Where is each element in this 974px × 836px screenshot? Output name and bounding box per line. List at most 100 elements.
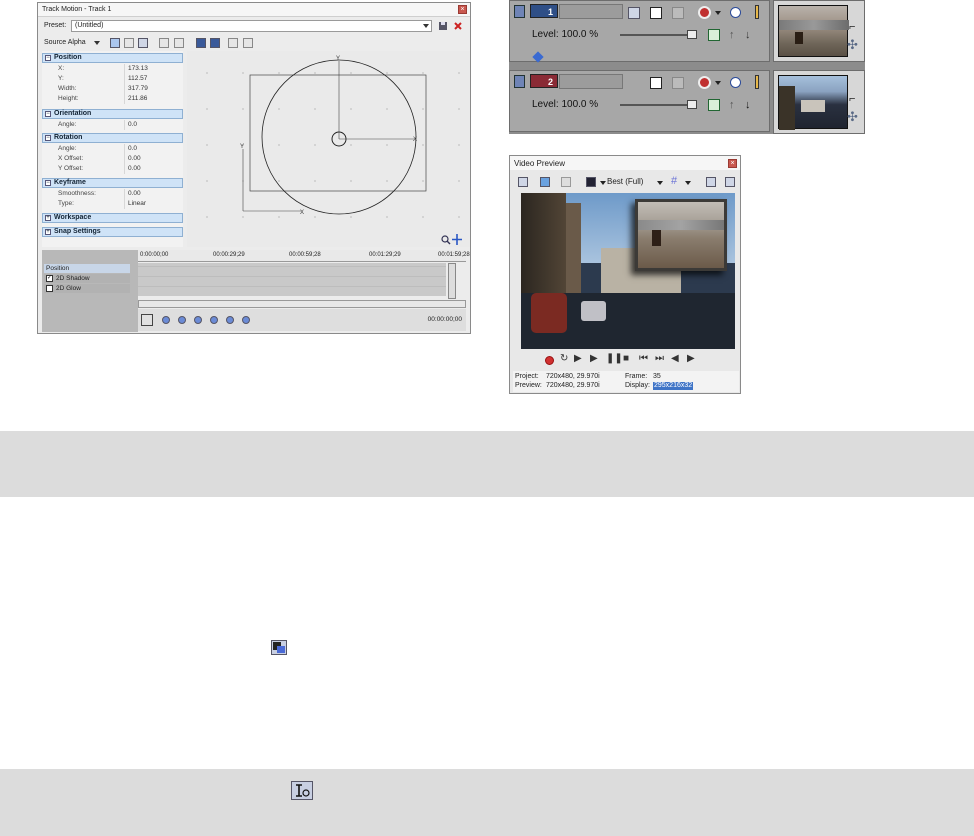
first-keyframe-icon[interactable] (162, 316, 170, 324)
chevron-down-icon[interactable] (685, 181, 691, 185)
level-slider-knob[interactable] (687, 100, 697, 109)
video-preview-screen[interactable] (521, 193, 735, 349)
save-preset-icon[interactable] (438, 21, 448, 31)
prevent-movement-x-icon[interactable] (159, 38, 169, 48)
prop-value[interactable]: 317.79 (128, 84, 148, 94)
prop-row[interactable]: X: 173.13 (42, 64, 183, 74)
play-icon[interactable]: ▶ (590, 353, 598, 364)
last-keyframe-icon[interactable] (210, 316, 218, 324)
section-keyframe[interactable]: − Keyframe (42, 178, 183, 188)
track-fx-bypass-icon[interactable] (708, 29, 720, 41)
crop-icon[interactable]: ⌐ (849, 21, 855, 33)
mute-icon[interactable] (730, 7, 741, 18)
chevron-down-icon[interactable] (94, 41, 100, 45)
solo-icon[interactable] (755, 5, 759, 19)
external-monitor-icon[interactable] (540, 177, 550, 187)
timeline-track-row[interactable]: Position (44, 264, 130, 273)
prevent-movement-y-icon[interactable] (174, 38, 184, 48)
crop-icon[interactable]: ⌐ (849, 93, 855, 105)
track-fx-icon[interactable] (698, 76, 711, 89)
horizontal-scrollbar[interactable] (138, 300, 466, 308)
next-frame-icon[interactable]: ▶ (687, 353, 695, 364)
preset-dropdown[interactable]: (Untitled) (71, 20, 432, 32)
arrow-up-icon[interactable]: ↑ (729, 29, 735, 41)
prop-row[interactable]: Smoothness: 0.00 (42, 189, 183, 199)
prop-row[interactable]: Height: 211.86 (42, 94, 183, 104)
prevent-scaling-icon[interactable] (243, 38, 253, 48)
previous-frame-icon[interactable]: ◀ (671, 353, 679, 364)
go-to-start-icon[interactable]: ⏮ (639, 353, 648, 364)
scale-about-center-icon[interactable] (228, 38, 238, 48)
video-thumbnail[interactable] (778, 5, 849, 57)
track-name-field[interactable] (559, 4, 623, 19)
make-compositing-child-icon[interactable] (672, 77, 684, 89)
track-name-field[interactable] (559, 74, 623, 89)
motion-workspace[interactable]: Y X Y X (187, 51, 470, 247)
keyframe-lanes[interactable] (138, 263, 446, 296)
chevron-down-icon[interactable] (715, 81, 721, 85)
video-track-1[interactable]: 1 Level: 100.0 % ↑ ↓ (509, 0, 770, 63)
prop-value[interactable]: Linear (128, 199, 146, 209)
mute-icon[interactable] (730, 77, 741, 88)
video-fx-icon[interactable] (586, 177, 596, 187)
track-fx-icon[interactable] (698, 6, 711, 19)
split-screen-icon[interactable] (561, 177, 571, 187)
video-thumbnail[interactable] (778, 75, 848, 130)
chevron-down-icon[interactable] (715, 11, 721, 15)
checkbox-checked-icon[interactable]: ✓ (46, 275, 53, 282)
track-motion-icon[interactable] (628, 7, 640, 19)
prop-row[interactable]: Angle: 0.0 (42, 144, 183, 154)
move-icon[interactable]: ✣ (847, 37, 858, 53)
delete-preset-icon[interactable] (453, 21, 463, 31)
level-slider[interactable] (620, 30, 697, 39)
track-minimize-icon[interactable] (514, 75, 525, 88)
timeline-ruler[interactable]: 0:00:00;00 00:00:29;29 00:00:59;28 00:01… (138, 250, 470, 262)
prop-value[interactable]: 0.0 (128, 144, 137, 154)
add-keyframe-icon[interactable] (226, 316, 234, 324)
arrow-up-icon[interactable]: ↑ (729, 99, 735, 111)
prop-value[interactable]: 0.00 (128, 189, 141, 199)
solo-icon[interactable] (755, 75, 759, 89)
track-minimize-icon[interactable] (514, 5, 525, 18)
prop-value[interactable]: 0.00 (128, 154, 141, 164)
prop-row[interactable]: Y: 112.57 (42, 74, 183, 84)
previous-keyframe-icon[interactable] (178, 316, 186, 324)
section-snap-settings[interactable]: + Snap Settings (42, 227, 183, 237)
move-freely-icon[interactable] (138, 38, 148, 48)
track-fx-bypass-icon[interactable] (708, 99, 720, 111)
prop-row[interactable]: Type: Linear (42, 199, 183, 209)
prop-row[interactable]: Y Offset: 0.00 (42, 164, 183, 174)
undo-icon[interactable] (110, 38, 120, 48)
make-compositing-child-icon[interactable] (672, 7, 684, 19)
next-keyframe-icon[interactable] (194, 316, 202, 324)
section-workspace[interactable]: + Workspace (42, 213, 183, 223)
arrow-down-icon[interactable]: ↓ (745, 29, 751, 41)
lock-aspect-icon[interactable] (210, 38, 220, 48)
timeline-track-row[interactable]: 2D Glow (44, 284, 130, 293)
save-snapshot-icon[interactable] (725, 177, 735, 187)
prop-value[interactable]: 0.00 (128, 164, 141, 174)
prop-row[interactable]: X Offset: 0.00 (42, 154, 183, 164)
level-slider[interactable] (620, 100, 697, 109)
close-icon[interactable]: × (728, 159, 737, 168)
compositing-mode-icon[interactable] (650, 77, 662, 89)
level-slider-knob[interactable] (687, 30, 697, 39)
prop-value[interactable]: 112.57 (128, 74, 147, 84)
timeline-track-row[interactable]: ✓ 2D Shadow (44, 274, 130, 283)
compositing-mode-icon[interactable] (650, 7, 662, 19)
preview-quality[interactable]: Best (Full) (607, 177, 643, 186)
sync-cursor-icon[interactable] (141, 314, 153, 326)
enable-workspace-icon[interactable] (196, 38, 206, 48)
overlays-icon[interactable]: # (671, 175, 677, 187)
chevron-down-icon[interactable] (657, 181, 663, 185)
checkbox-icon[interactable] (46, 285, 53, 292)
keyframe-icon[interactable] (532, 51, 544, 63)
vertical-scrollbar[interactable] (448, 263, 456, 299)
move-icon[interactable] (452, 234, 462, 245)
pause-icon[interactable]: ❚❚ (606, 353, 623, 364)
arrow-down-icon[interactable]: ↓ (745, 99, 751, 111)
source-alpha-label[interactable]: Source Alpha (44, 39, 86, 46)
section-orientation[interactable]: − Orientation (42, 109, 183, 119)
section-rotation[interactable]: − Rotation (42, 133, 183, 143)
prop-row[interactable]: Angle: 0.0 (42, 120, 183, 130)
